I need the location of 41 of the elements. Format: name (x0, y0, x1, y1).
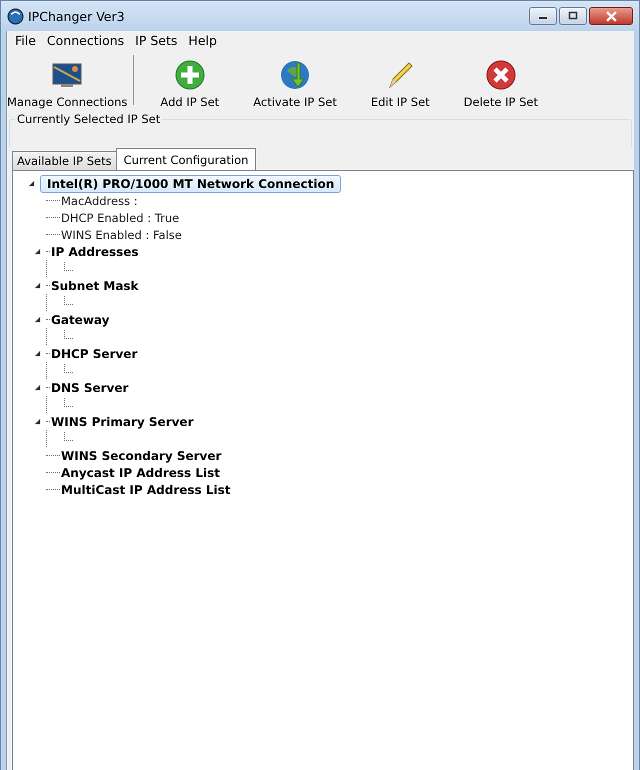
tree-node[interactable]: Intel(R) PRO/1000 MT Network Connection (40, 174, 342, 192)
tree-node[interactable]: Gateway (51, 312, 110, 326)
expander-icon[interactable] (28, 180, 35, 187)
tree-node[interactable]: DNS Server (51, 380, 128, 394)
tree-item[interactable]: DHCP Enabled : True (61, 210, 180, 224)
tree-item[interactable]: MacAddress : (61, 194, 138, 208)
plus-icon (174, 59, 206, 91)
tab[interactable]: Current Configuration (116, 148, 256, 170)
close-icon (606, 10, 616, 22)
tree-item[interactable]: WINS Enabled : False (61, 228, 182, 242)
expander-icon[interactable] (34, 316, 41, 323)
toolbar-button[interactable]: Edit IP Set (370, 59, 430, 109)
toolbar-button[interactable]: Delete IP Set (464, 59, 538, 109)
expander-icon[interactable] (34, 248, 41, 255)
expander-icon[interactable] (34, 384, 41, 391)
window-title: IPChanger Ver3 (28, 8, 126, 24)
tree-node[interactable]: IP Addresses (51, 244, 139, 258)
tree-node[interactable]: DHCP Server (51, 346, 138, 360)
expander-icon[interactable] (34, 350, 41, 357)
menu-item[interactable]: File (11, 33, 43, 51)
toolbar-button[interactable]: Add IP Set (160, 59, 220, 109)
delete-icon (484, 59, 517, 91)
expander-icon[interactable] (34, 282, 41, 289)
globe-icon (7, 8, 24, 24)
expander-icon[interactable] (34, 418, 41, 425)
close-button[interactable] (589, 7, 633, 25)
tree-node[interactable]: MultiCast IP Address List (61, 482, 230, 496)
menu-item[interactable]: Help (184, 33, 224, 51)
maximize-icon (568, 11, 578, 21)
menu-item[interactable]: Connections (42, 33, 132, 51)
tree-node[interactable]: WINS Primary Server (51, 414, 194, 428)
tree-node[interactable]: WINS Secondary Server (61, 448, 222, 462)
groupbox-title: Currently Selected IP Set (15, 112, 162, 126)
toolbar-button[interactable]: Activate IP Set (253, 59, 337, 109)
menu-item[interactable]: IP Sets (131, 33, 184, 51)
tree-node[interactable]: Subnet Mask (51, 278, 139, 292)
maximize-button[interactable] (559, 7, 587, 25)
tab[interactable]: Available IP Sets (12, 151, 117, 170)
tree-node[interactable]: Anycast IP Address List (61, 466, 220, 480)
minimize-button[interactable] (529, 7, 557, 25)
toolbar-button[interactable]: Manage Connections (7, 59, 128, 109)
